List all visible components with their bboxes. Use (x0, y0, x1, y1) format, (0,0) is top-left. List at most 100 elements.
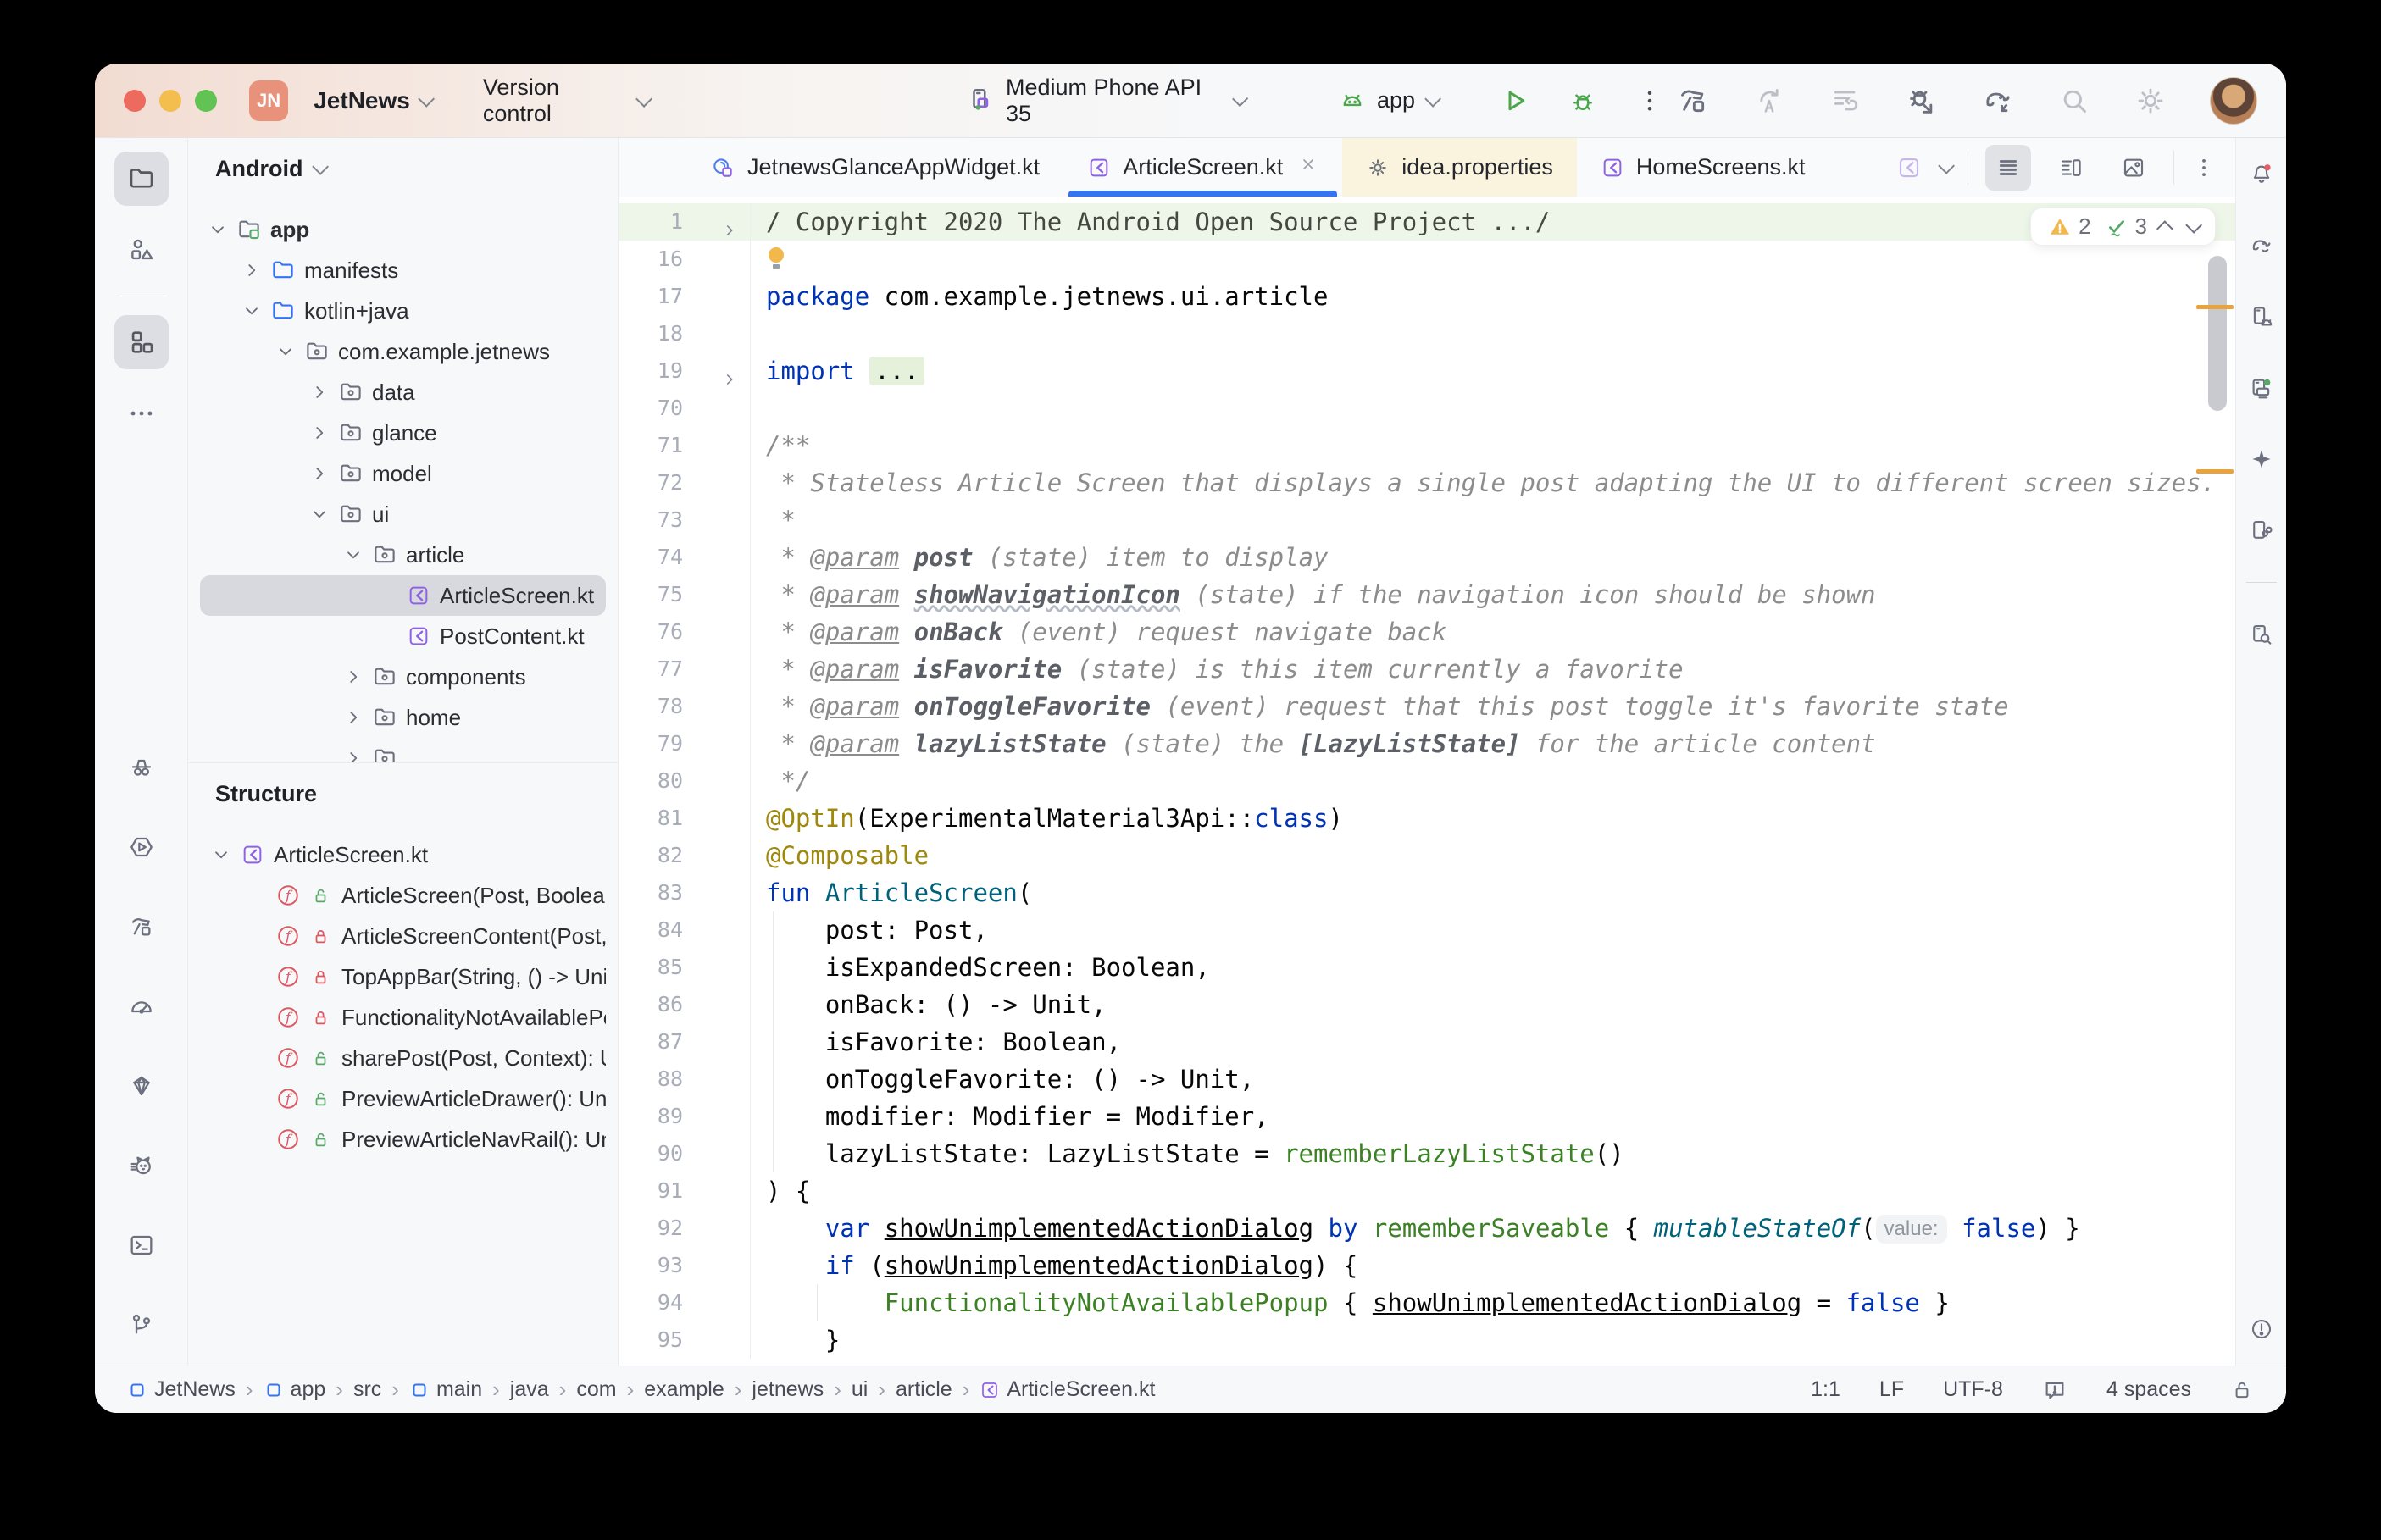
project-item-item[interactable] (200, 738, 606, 763)
encoding[interactable]: UTF-8 (1943, 1377, 2003, 1402)
project-item-app[interactable]: app (200, 209, 606, 250)
gradle-sync-icon[interactable] (1981, 84, 2015, 118)
code-line-88[interactable]: 88 onToggleFavorite: () -> Unit, (619, 1061, 2235, 1098)
project-item-kotlin-java[interactable]: kotlin+java (200, 291, 606, 331)
previous-issue-button[interactable] (2156, 220, 2173, 237)
code-line-19[interactable]: 19import ... (619, 352, 2235, 390)
project-item-articlescreen-kt[interactable]: ArticleScreen.kt (200, 575, 606, 616)
maximize-window-button[interactable] (195, 90, 217, 112)
code-line-17[interactable]: 17package com.example.jetnews.ui.article (619, 278, 2235, 315)
structure-item-previewarticledrawer[interactable]: fPreviewArticleDrawer(): Unit (200, 1078, 606, 1119)
code-line-89[interactable]: 89 modifier: Modifier = Modifier, (619, 1098, 2235, 1135)
code-line-92[interactable]: 92 var showUnimplementedActionDialog by … (619, 1210, 2235, 1247)
project-view-selector[interactable]: Android (188, 138, 618, 199)
project-item-postcontent-kt[interactable]: PostContent.kt (200, 616, 606, 656)
breadcrumb-com[interactable]: com (576, 1377, 616, 1402)
code-line-74[interactable]: 74 * @param post (state) item to display (619, 539, 2235, 576)
build-tool-button[interactable] (114, 900, 169, 954)
code-line-81[interactable]: 81@OptIn(ExperimentalMaterial3Api::class… (619, 800, 2235, 837)
tab-idea-properties[interactable]: idea.properties (1342, 138, 1577, 197)
code-line-72[interactable]: 72 * Stateless Article Screen that displ… (619, 464, 2235, 501)
run-button[interactable] (1500, 86, 1530, 116)
project-item-ui[interactable]: ui (200, 494, 606, 535)
code-area[interactable]: 1/ Copyright 2020 The Android Open Sourc… (619, 197, 2235, 1366)
line-ending[interactable]: LF (1879, 1377, 1904, 1402)
intention-bulb-icon[interactable] (768, 247, 785, 269)
code-line-94[interactable]: 94 FunctionalityNotAvailablePopup { show… (619, 1284, 2235, 1321)
device-manager-button[interactable] (2240, 296, 2283, 338)
code-view-button[interactable] (1985, 145, 2031, 191)
git-branch-tool-button[interactable] (114, 1298, 169, 1352)
code-line-78[interactable]: 78 * @param onToggleFavorite (event) req… (619, 688, 2235, 725)
breadcrumb-articlescreen-kt[interactable]: ArticleScreen.kt (980, 1377, 1155, 1402)
breadcrumb-app[interactable]: app (264, 1377, 326, 1402)
debug-button[interactable] (1568, 86, 1598, 116)
more-actions-kebab-icon[interactable] (1635, 86, 1664, 115)
structure-item-articlescreen[interactable]: fArticleScreen(Post, Boolean, (200, 875, 606, 916)
code-line-95[interactable]: 95 } (619, 1321, 2235, 1359)
indent-setting[interactable]: 4 spaces (2106, 1377, 2191, 1402)
project-item-glance[interactable]: glance (200, 413, 606, 453)
project-item-data[interactable]: data (200, 372, 606, 413)
editor-options-kebab-icon[interactable] (2191, 155, 2217, 180)
close-window-button[interactable] (124, 90, 146, 112)
attach-debugger-icon[interactable] (1905, 84, 1939, 118)
gemini-sparkle-button[interactable] (2240, 438, 2283, 480)
project-item-article[interactable]: article (200, 535, 606, 575)
device-selector[interactable]: Medium Phone API 35 (965, 75, 1245, 127)
code-line-80[interactable]: 80 */ (619, 762, 2235, 800)
breadcrumb-jetnews[interactable]: jetnews (752, 1377, 824, 1402)
structure-item-functionalitynotavailablepop[interactable]: fFunctionalityNotAvailablePop (200, 997, 606, 1038)
caret-position[interactable]: 1:1 (1811, 1377, 1840, 1402)
breadcrumb-main[interactable]: main (409, 1377, 482, 1402)
split-view-button[interactable] (2048, 145, 2094, 191)
tab-jetnewsglanceappwidget-kt[interactable]: JetnewsGlanceAppWidget.kt (686, 138, 1063, 197)
user-avatar[interactable] (2210, 77, 2257, 125)
code-line-87[interactable]: 87 isFavorite: Boolean, (619, 1023, 2235, 1061)
structure-root-file[interactable]: ArticleScreen.kt (200, 834, 606, 875)
breadcrumb-example[interactable]: example (644, 1377, 724, 1402)
code-line-83[interactable]: 83fun ArticleScreen( (619, 874, 2235, 911)
code-line-70[interactable]: 70 (619, 390, 2235, 427)
project-item-model[interactable]: model (200, 453, 606, 494)
code-line-71[interactable]: 71/** (619, 427, 2235, 464)
code-line-85[interactable]: 85 isExpandedScreen: Boolean, (619, 949, 2235, 986)
code-line-16[interactable]: 16 (619, 241, 2235, 278)
code-line-93[interactable]: 93 if (showUnimplementedActionDialog) { (619, 1247, 2235, 1284)
device-mirror-button[interactable] (2240, 509, 2283, 551)
minimize-window-button[interactable] (159, 90, 181, 112)
code-line-91[interactable]: 91) { (619, 1172, 2235, 1210)
more-tool-windows-button[interactable] (114, 386, 169, 440)
version-control-menu[interactable]: Version control (475, 69, 657, 132)
build-hammer-icon[interactable] (1676, 84, 1710, 118)
structure-tool-button[interactable] (114, 315, 169, 369)
running-devices-button[interactable] (2240, 367, 2283, 409)
structure-item-articlescreencontent[interactable]: fArticleScreenContent(Post, () (200, 916, 606, 956)
code-line-1[interactable]: 1/ Copyright 2020 The Android Open Sourc… (619, 203, 2235, 241)
code-line-79[interactable]: 79 * @param lazyListState (state) the [L… (619, 725, 2235, 762)
inspections-widget[interactable]: 2 3 (2030, 208, 2216, 246)
code-line-84[interactable]: 84 post: Post, (619, 911, 2235, 949)
project-item-components[interactable]: components (200, 656, 606, 697)
run-hexagon-tool-button[interactable] (114, 820, 169, 874)
structure-item-topappbar[interactable]: fTopAppBar(String, () -> Unit, (200, 956, 606, 997)
project-item-com-example-jetnews[interactable]: com.example.jetnews (200, 331, 606, 372)
close-tab-icon[interactable] (1298, 154, 1318, 180)
profiler-gauge-tool-button[interactable] (114, 979, 169, 1033)
incognito-tool-button[interactable] (114, 740, 169, 795)
run-tasks-list-icon[interactable] (1829, 84, 1862, 118)
code-line-76[interactable]: 76 * @param onBack (event) request navig… (619, 613, 2235, 651)
breadcrumb-jetnews[interactable]: JetNews (127, 1377, 236, 1402)
design-view-button[interactable] (2111, 145, 2156, 191)
next-issue-button[interactable] (2185, 216, 2202, 233)
logcat-cat-tool-button[interactable] (114, 1138, 169, 1193)
unlock-icon[interactable] (2230, 1378, 2254, 1402)
breadcrumb-article[interactable]: article (896, 1377, 952, 1402)
project-item-home[interactable]: home (200, 697, 606, 738)
app-inspection-button[interactable] (2240, 613, 2283, 656)
tab-articlescreen-kt[interactable]: ArticleScreen.kt (1063, 138, 1342, 197)
code-line-18[interactable]: 18 (619, 315, 2235, 352)
code-line-86[interactable]: 86 onBack: () -> Unit, (619, 986, 2235, 1023)
search-icon[interactable] (2057, 84, 2091, 118)
structure-item-sharepost[interactable]: fsharePost(Post, Context): Un (200, 1038, 606, 1078)
